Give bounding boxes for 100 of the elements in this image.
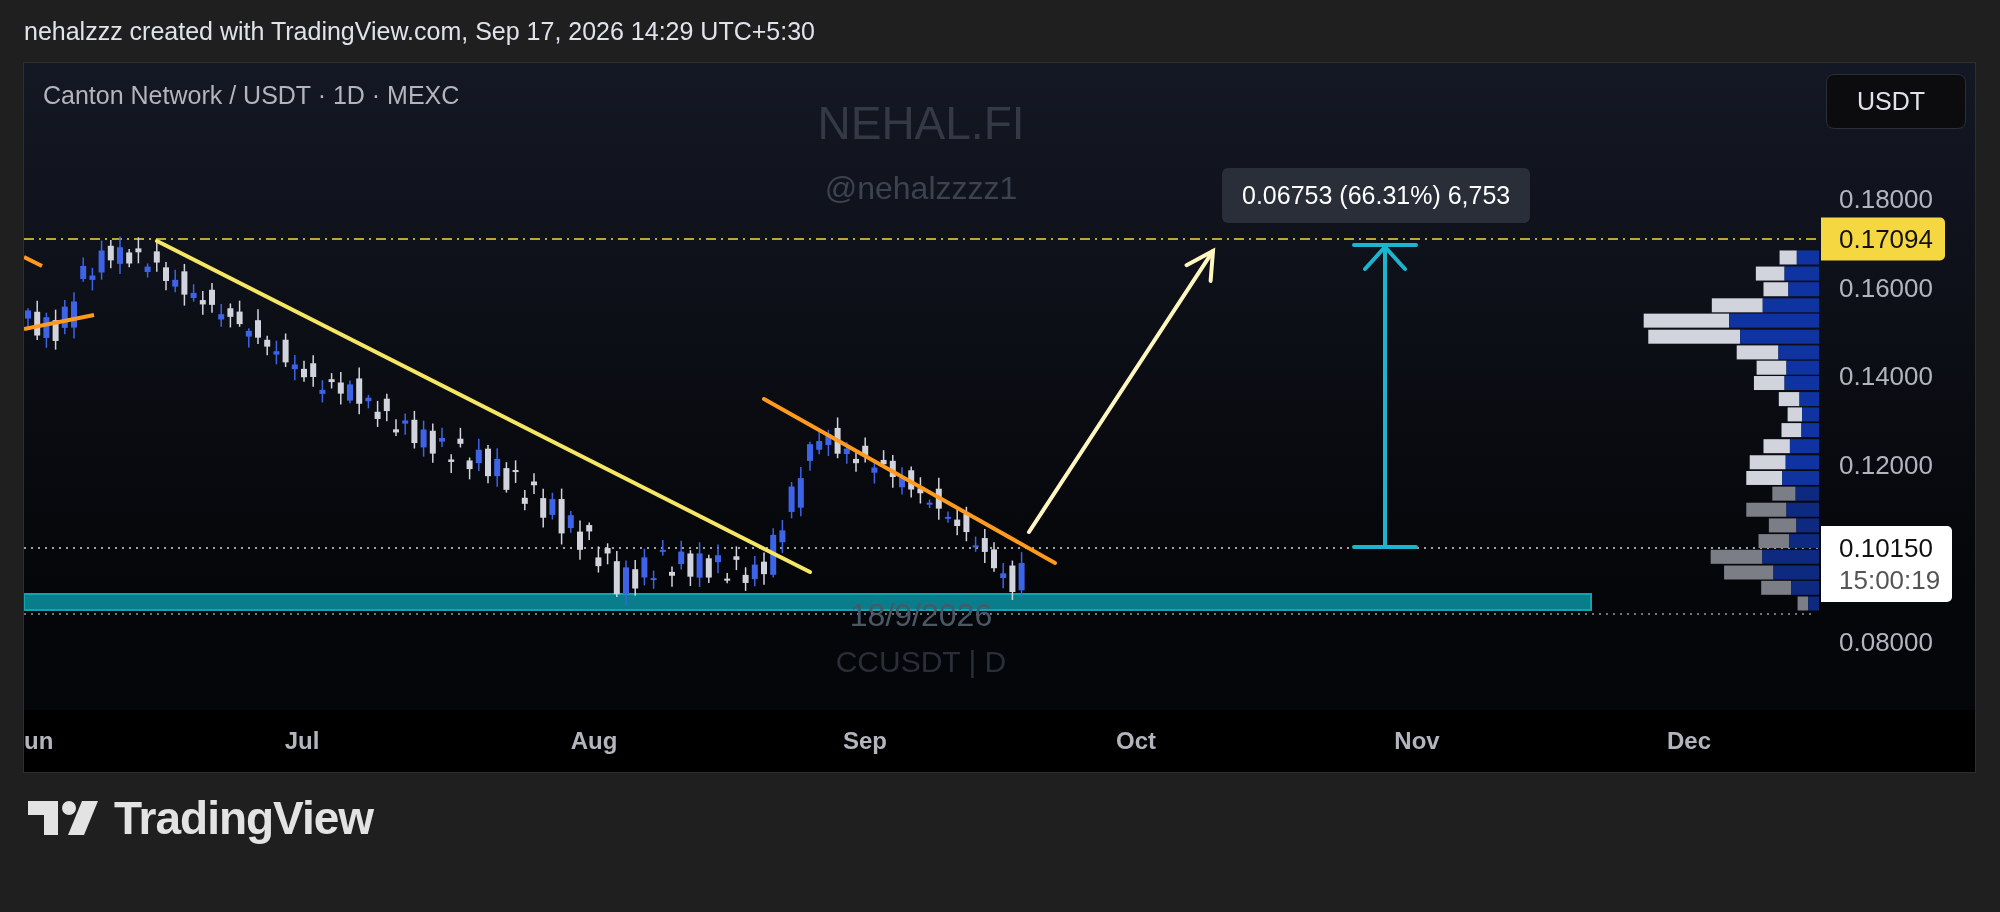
candle xyxy=(733,545,740,571)
candle xyxy=(954,508,961,537)
candle xyxy=(862,436,869,464)
candle xyxy=(678,540,685,571)
caption-text: nehalzzz created with TradingView.com, Sep 17, 2026 14:29 UTC+5:30 xyxy=(24,16,815,46)
candle xyxy=(466,456,473,481)
candle xyxy=(586,521,593,541)
candle xyxy=(705,554,712,584)
candle xyxy=(282,332,289,368)
price-text: 0.10150 xyxy=(1839,532,1934,564)
price-axis-label: 0.08000 xyxy=(1839,626,1933,658)
currency-button[interactable]: USDT xyxy=(1826,74,1966,129)
candle xyxy=(135,236,142,265)
candle xyxy=(751,555,758,588)
candle xyxy=(1009,559,1016,601)
candle xyxy=(117,235,123,275)
price-tag: 0.17094 xyxy=(1821,217,1945,261)
candle xyxy=(98,239,105,281)
trend-line xyxy=(24,313,95,331)
candle xyxy=(549,491,556,521)
candle xyxy=(420,419,427,458)
symbol-title: Canton Network / USDT · 1D · MEXC xyxy=(43,81,460,110)
candle xyxy=(80,256,87,283)
candle xyxy=(494,447,501,488)
candle xyxy=(531,472,537,495)
candle xyxy=(107,239,114,270)
candle xyxy=(439,427,445,448)
brand-name: TradingView xyxy=(114,791,374,845)
candle xyxy=(981,528,988,564)
candle xyxy=(71,291,77,340)
candle xyxy=(227,302,234,329)
candle xyxy=(715,543,721,574)
price-axis-label: 0.18000 xyxy=(1839,183,1933,215)
candle xyxy=(310,354,317,388)
candle xyxy=(742,566,749,592)
candle xyxy=(779,519,786,554)
price-axis-label: 0.14000 xyxy=(1839,360,1933,392)
candle xyxy=(475,437,482,472)
candle xyxy=(255,308,261,345)
candle xyxy=(908,465,915,499)
time-axis-label: Jul xyxy=(284,727,320,755)
candle xyxy=(807,441,813,472)
candle xyxy=(889,454,896,489)
candle xyxy=(291,354,298,381)
candle xyxy=(264,334,271,356)
candle xyxy=(181,263,188,307)
time-axis-label: Dec xyxy=(1667,727,1711,755)
time-axis-label: Nov xyxy=(1394,727,1440,755)
time-axis-label: Oct xyxy=(1116,727,1156,755)
candle xyxy=(199,290,206,316)
candle xyxy=(963,506,970,543)
candle xyxy=(301,359,307,383)
candle xyxy=(209,282,215,314)
candle xyxy=(34,300,41,341)
time-axis-label: Aug xyxy=(570,727,618,755)
candle xyxy=(245,327,252,349)
candle xyxy=(604,542,611,566)
candle xyxy=(696,541,703,588)
candle xyxy=(383,392,390,423)
candle xyxy=(319,379,326,404)
candle xyxy=(650,569,657,590)
candle xyxy=(761,551,767,586)
candle xyxy=(485,444,491,485)
candle xyxy=(632,559,639,597)
price-axis-label: 0.16000 xyxy=(1839,272,1933,304)
candle xyxy=(61,299,68,335)
candle xyxy=(972,535,979,553)
trend-line xyxy=(24,255,43,268)
candle xyxy=(669,565,675,588)
candle xyxy=(163,261,169,291)
candle xyxy=(724,572,731,584)
candle xyxy=(595,545,602,574)
candle xyxy=(613,550,620,598)
candle xyxy=(89,267,96,292)
candle xyxy=(144,262,151,279)
candle xyxy=(52,308,59,351)
candle xyxy=(172,269,179,293)
candle xyxy=(788,481,795,520)
candle xyxy=(917,476,924,505)
candle xyxy=(190,283,197,303)
candle xyxy=(402,412,409,436)
candle xyxy=(273,339,280,366)
candle xyxy=(429,422,436,464)
candle xyxy=(457,427,464,449)
logo-icon xyxy=(28,801,98,835)
candle xyxy=(503,461,510,494)
candle xyxy=(365,394,372,410)
candle xyxy=(641,548,648,587)
candle xyxy=(1018,551,1025,599)
candle xyxy=(558,487,565,546)
candle xyxy=(945,510,951,524)
candle xyxy=(834,416,841,459)
candle xyxy=(328,372,335,390)
candle xyxy=(659,539,666,557)
candle xyxy=(623,559,629,606)
candle xyxy=(843,441,850,465)
candle xyxy=(521,489,528,511)
time-axis-label: Sep xyxy=(843,727,887,755)
candle xyxy=(567,510,574,534)
candle xyxy=(991,541,997,573)
